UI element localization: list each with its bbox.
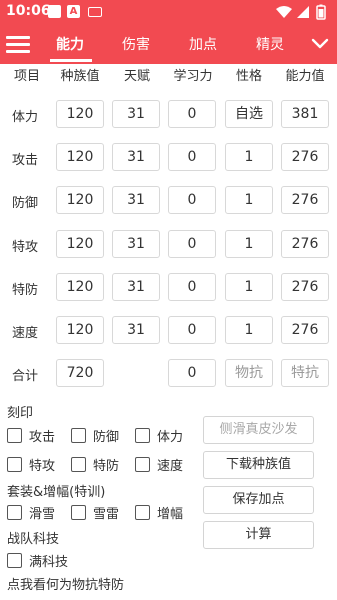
base-input[interactable]: 120 (56, 273, 104, 301)
iv-input[interactable]: 31 (112, 186, 160, 214)
suit-boost-checkbox[interactable] (135, 505, 150, 520)
base-input[interactable]: 120 (56, 316, 104, 344)
status-bar: 10:06 A (0, 0, 337, 24)
menu-icon[interactable] (6, 34, 30, 54)
tab-points[interactable]: 加点 (189, 34, 217, 54)
status-time: 10:06 (6, 3, 51, 19)
total-ev: 0 (168, 359, 216, 387)
iv-input[interactable]: 31 (112, 230, 160, 258)
col-header-ev: 学习力 (173, 69, 213, 84)
nature-input[interactable]: 1 (225, 273, 273, 301)
total-base: 720 (56, 359, 104, 387)
wifi-icon (276, 6, 292, 18)
row-label: 特攻 (12, 240, 39, 255)
notification-square-icon (48, 5, 61, 18)
a-badge-icon: A (67, 5, 80, 18)
row-label: 特防 (12, 283, 39, 298)
base-input[interactable]: 120 (56, 143, 104, 171)
calculate-button[interactable]: 计算 (203, 521, 314, 549)
ev-input[interactable]: 0 (168, 100, 216, 128)
max-tech-checkbox[interactable] (7, 553, 22, 568)
stat-output: 276 (281, 273, 329, 301)
imprint-spatk-label: 特攻 (29, 459, 56, 474)
tab-damage[interactable]: 伤害 (122, 34, 150, 54)
res-help-link[interactable]: 点我看何为物抗特防 (7, 574, 124, 593)
phys-res-input[interactable]: 物抗 (225, 359, 273, 387)
ev-input[interactable]: 0 (168, 316, 216, 344)
row-label: 体力 (12, 110, 39, 125)
imprint-title: 刻印 (7, 406, 34, 421)
stat-output: 276 (281, 230, 329, 258)
signal-icon (297, 6, 309, 18)
save-points-button[interactable]: 保存加点 (203, 486, 314, 514)
iv-input[interactable]: 31 (112, 143, 160, 171)
active-tab-indicator (50, 59, 92, 62)
chevron-down-icon[interactable] (311, 34, 329, 56)
col-header-item: 项目 (13, 69, 40, 84)
col-header-base: 种族值 (60, 69, 100, 84)
base-input[interactable]: 120 (56, 100, 104, 128)
imprint-speed-label: 速度 (157, 459, 184, 474)
nature-input[interactable]: 1 (225, 230, 273, 258)
iv-input[interactable]: 31 (112, 273, 160, 301)
base-input[interactable]: 120 (56, 186, 104, 214)
imprint-atk-label: 攻击 (29, 430, 56, 445)
tab-ability[interactable]: 能力 (56, 34, 84, 54)
col-header-stat: 能力值 (285, 69, 325, 84)
spec-res-input[interactable]: 特抗 (281, 359, 329, 387)
imprint-spdef-checkbox[interactable] (71, 457, 86, 472)
ev-input[interactable]: 0 (168, 143, 216, 171)
imprint-speed-checkbox[interactable] (135, 457, 150, 472)
tab-sprite[interactable]: 精灵 (256, 34, 284, 54)
imprint-spatk-checkbox[interactable] (7, 457, 22, 472)
stat-output: 276 (281, 186, 329, 214)
suit-title: 套装&增幅(特训) (7, 485, 106, 500)
base-input[interactable]: 120 (56, 230, 104, 258)
row-label: 攻击 (12, 153, 39, 168)
suit-snowthunder-label: 雪雷 (93, 507, 120, 522)
iv-input[interactable]: 31 (112, 316, 160, 344)
ev-input[interactable]: 0 (168, 230, 216, 258)
keyboard-icon (88, 7, 102, 17)
stat-output: 276 (281, 316, 329, 344)
suit-boost-label: 增幅 (157, 507, 184, 522)
iv-input[interactable]: 31 (112, 100, 160, 128)
imprint-hp-label: 体力 (157, 430, 184, 445)
imprint-hp-checkbox[interactable] (135, 428, 150, 443)
col-header-iv: 天赋 (123, 69, 150, 84)
app-bar: 能力 伤害 加点 精灵 (0, 24, 337, 64)
ev-input[interactable]: 0 (168, 186, 216, 214)
battery-icon (316, 4, 326, 20)
max-tech-label: 满科技 (29, 555, 69, 570)
ev-input[interactable]: 0 (168, 273, 216, 301)
imprint-def-label: 防御 (93, 430, 120, 445)
suit-ski-label: 滑雪 (29, 507, 56, 522)
imprint-def-checkbox[interactable] (71, 428, 86, 443)
nature-input[interactable]: 1 (225, 316, 273, 344)
row-label: 速度 (12, 326, 39, 341)
side-slide-button[interactable]: 侧滑真皮沙发 (203, 416, 314, 444)
nature-input[interactable]: 1 (225, 143, 273, 171)
nature-input[interactable]: 1 (225, 186, 273, 214)
download-base-stats-button[interactable]: 下载种族值 (203, 451, 314, 479)
imprint-atk-checkbox[interactable] (7, 428, 22, 443)
team-tech-title: 战队科技 (7, 532, 60, 547)
col-header-nature: 性格 (235, 69, 262, 84)
status-right-icons (275, 4, 331, 24)
stat-output: 381 (281, 100, 329, 128)
nature-input[interactable]: 自选 (225, 100, 273, 128)
suit-ski-checkbox[interactable] (7, 505, 22, 520)
stat-output: 276 (281, 143, 329, 171)
row-label: 防御 (12, 196, 39, 211)
total-label: 合计 (12, 369, 39, 384)
suit-snowthunder-checkbox[interactable] (71, 505, 86, 520)
imprint-spdef-label: 特防 (93, 459, 120, 474)
